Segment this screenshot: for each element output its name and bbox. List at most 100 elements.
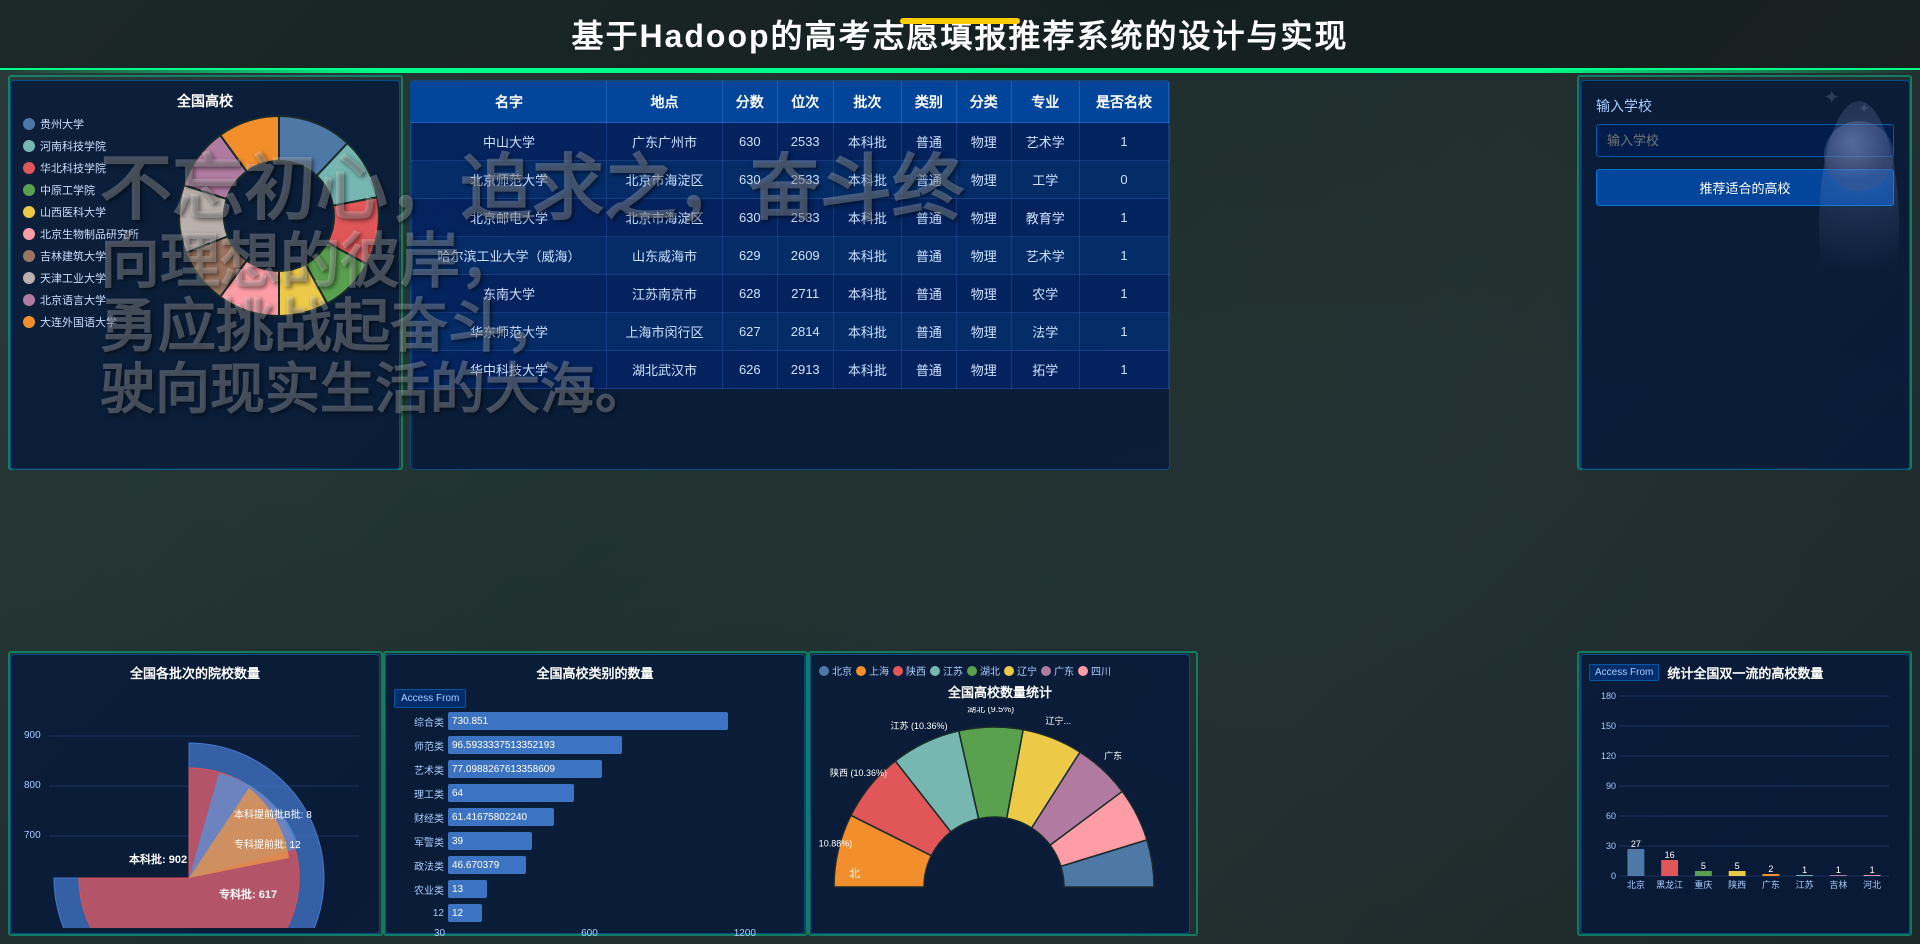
bar-value: 64 bbox=[452, 788, 463, 799]
table-cell: 物理 bbox=[956, 161, 1011, 199]
stats-legend-dot bbox=[1004, 666, 1014, 676]
table-cell: 628 bbox=[722, 275, 777, 313]
bar-row: 艺术类77.0988267613358609 bbox=[399, 760, 791, 778]
table-cell: 哈尔滨工业大学（威海） bbox=[412, 237, 607, 275]
legend-dot bbox=[23, 294, 35, 306]
table-cell: 本科批 bbox=[833, 237, 901, 275]
table-cell: 普通 bbox=[901, 313, 956, 351]
table-cell: 法学 bbox=[1011, 313, 1079, 351]
x-label-600: 600 bbox=[581, 928, 598, 939]
table-header-cell: 地点 bbox=[607, 82, 723, 123]
legend-item: 河南科技学院 bbox=[23, 138, 139, 154]
table-cell: 北京邮电大学 bbox=[412, 199, 607, 237]
table-cell: 630 bbox=[722, 161, 777, 199]
table-cell: 630 bbox=[722, 123, 777, 161]
svg-text:120: 120 bbox=[1601, 751, 1616, 761]
table-cell: 2814 bbox=[777, 313, 833, 351]
table-header-cell: 批次 bbox=[833, 82, 901, 123]
svg-text:上海 (10.88%): 上海 (10.88%) bbox=[819, 838, 852, 849]
table-row: 中山大学广东广州市6302533本科批普通物理艺术学1 bbox=[412, 123, 1169, 161]
table-cell: 工学 bbox=[1011, 161, 1079, 199]
table-cell: 普通 bbox=[901, 275, 956, 313]
svg-text:湖北 (9.5%): 湖北 (9.5%) bbox=[967, 707, 1014, 714]
svg-text:河北: 河北 bbox=[1863, 879, 1881, 890]
legend-label: 吉林建筑大学 bbox=[40, 248, 106, 264]
double-first-chart: 030609012015018027北京16黑龙江5重庆5陕西2广东1江苏1吉林… bbox=[1589, 686, 1899, 916]
category-panel-title: 全国高校类别的数量 bbox=[394, 663, 796, 682]
double-first-panel: Access From 统计全国双一流的高校数量 030609012015018… bbox=[1580, 654, 1910, 934]
stats-legend-text: 北京 bbox=[832, 663, 852, 678]
stats-legend-dot bbox=[1078, 666, 1088, 676]
table-cell: 艺术学 bbox=[1011, 237, 1079, 275]
legend-dot bbox=[23, 250, 35, 262]
bar-value: 77.0988267613358609 bbox=[452, 764, 555, 775]
bar-label: 财经类 bbox=[399, 810, 444, 825]
bar-value: 730.851 bbox=[452, 716, 488, 727]
legend-item: 大连外国语大学 bbox=[23, 314, 139, 330]
table-cell: 拓学 bbox=[1011, 351, 1079, 389]
batch-panel-title: 全国各批次的院校数量 bbox=[19, 663, 371, 682]
title-bar: 基于Hadoop的高考志愿填报推荐系统的设计与实现 bbox=[0, 0, 1920, 70]
legend-label: 贵州大学 bbox=[40, 116, 84, 132]
bar-value: 13 bbox=[452, 884, 463, 895]
table-row: 华东师范大学上海市闵行区6272814本科批普通物理法学1 bbox=[412, 313, 1169, 351]
table-cell: 2533 bbox=[777, 123, 833, 161]
table-cell: 普通 bbox=[901, 123, 956, 161]
svg-text:27: 27 bbox=[1631, 839, 1641, 849]
stats-legend-item: 北京 bbox=[819, 663, 852, 678]
table-cell: 1 bbox=[1079, 313, 1168, 351]
table-cell: 物理 bbox=[956, 199, 1011, 237]
table-header-cell: 名字 bbox=[412, 82, 607, 123]
table-cell: 湖北武汉市 bbox=[607, 351, 723, 389]
legend-dot bbox=[23, 118, 35, 130]
svg-text:60: 60 bbox=[1606, 811, 1616, 821]
legend-dot bbox=[23, 272, 35, 284]
svg-text:800: 800 bbox=[24, 780, 41, 791]
x-label-30: 30 bbox=[434, 928, 445, 939]
table-header-cell: 专业 bbox=[1011, 82, 1079, 123]
bar-label: 师范类 bbox=[399, 738, 444, 753]
svg-text:专科提前批: 12: 专科提前批: 12 bbox=[234, 838, 301, 851]
table-cell: 普通 bbox=[901, 237, 956, 275]
batch-chart: 900 800 700 本科批: 902 专科批: 617 本科提前批B批: 8… bbox=[19, 688, 359, 928]
table-cell: 物理 bbox=[956, 275, 1011, 313]
table-cell: 农学 bbox=[1011, 275, 1079, 313]
stats-legend-text: 湖北 bbox=[980, 663, 1000, 678]
table-cell: 626 bbox=[722, 351, 777, 389]
table-cell: 物理 bbox=[956, 313, 1011, 351]
bar-row: 师范类 96.5933337513352193 bbox=[399, 736, 791, 754]
svg-text:本科批: 902: 本科批: 902 bbox=[129, 852, 187, 866]
svg-text:北京: 北京 bbox=[1627, 879, 1645, 890]
legend-label: 华北科技学院 bbox=[40, 160, 106, 176]
legend-dot bbox=[23, 140, 35, 152]
bar-label: 农业类 bbox=[399, 882, 444, 897]
legend-item: 华北科技学院 bbox=[23, 160, 139, 176]
data-table: 名字地点分数位次批次类别分类专业是否名校 中山大学广东广州市6302533本科批… bbox=[411, 81, 1169, 389]
table-cell: 本科批 bbox=[833, 351, 901, 389]
table-cell: 华中科技大学 bbox=[412, 351, 607, 389]
svg-text:5: 5 bbox=[1701, 861, 1706, 871]
category-panel: 全国高校类别的数量 Access From 综合类730.851师范类96.59… bbox=[385, 654, 805, 934]
svg-text:700: 700 bbox=[24, 830, 41, 841]
top-deco bbox=[900, 18, 1020, 24]
stats-legend-item: 四川 bbox=[1078, 663, 1111, 678]
stats-legend-item: 湖北 bbox=[967, 663, 1000, 678]
legend-dot bbox=[23, 184, 35, 196]
legend-label: 北京语言大学 bbox=[40, 292, 106, 308]
svg-text:1: 1 bbox=[1802, 865, 1807, 875]
table-row: 华中科技大学湖北武汉市6262913本科批普通物理拓学1 bbox=[412, 351, 1169, 389]
input-label: 输入学校 bbox=[1596, 96, 1894, 116]
legend-label: 大连外国语大学 bbox=[40, 314, 117, 330]
x-label-1200: 1200 bbox=[734, 928, 756, 939]
table-cell: 北京师范大学 bbox=[412, 161, 607, 199]
donut-chart bbox=[169, 106, 389, 326]
legend-label: 中原工学院 bbox=[40, 182, 95, 198]
svg-text:1: 1 bbox=[1870, 865, 1875, 875]
bar-row: 综合类730.851 bbox=[399, 712, 791, 730]
svg-text:黑龙江: 黑龙江 bbox=[1656, 879, 1683, 890]
bar-value: 96.5933337513352193 bbox=[452, 740, 555, 751]
bar-row: 理工类64 bbox=[399, 784, 791, 802]
planet-deco bbox=[1824, 121, 1894, 191]
stats-legend-dot bbox=[856, 666, 866, 676]
stats-legend-text: 四川 bbox=[1091, 663, 1111, 678]
